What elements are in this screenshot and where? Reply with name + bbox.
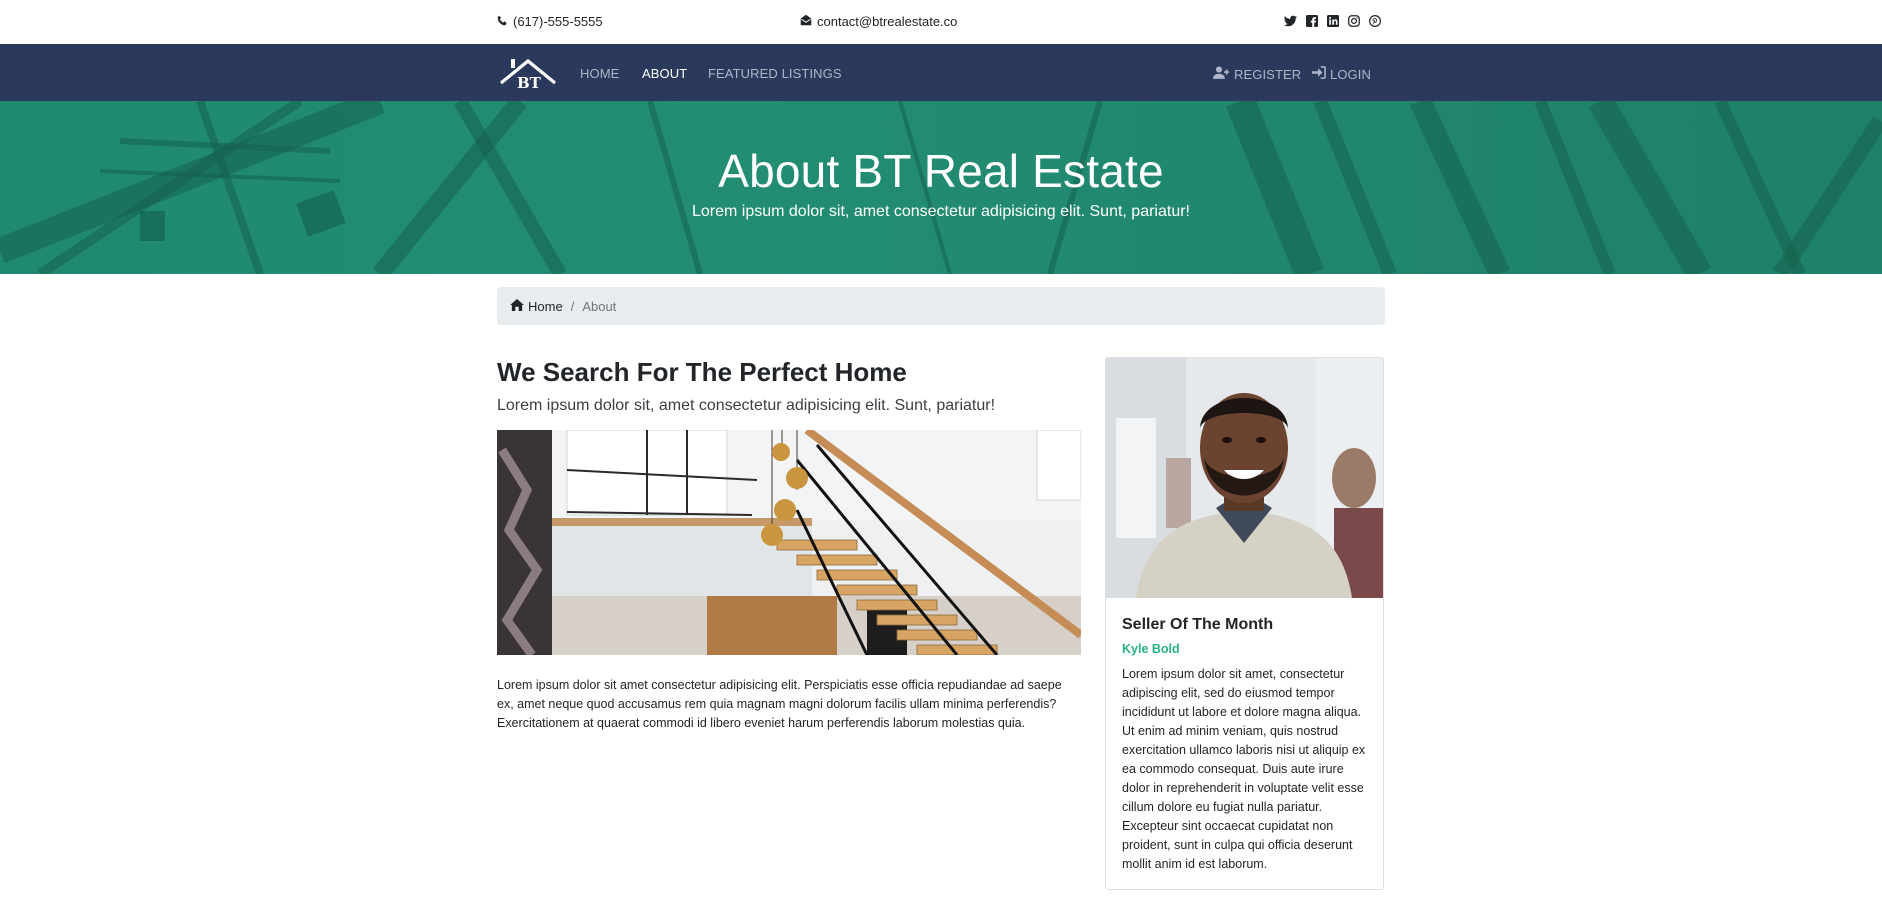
email-address: contact@btrealestate.co	[817, 14, 958, 29]
phone-contact: (617)-555-5555	[497, 14, 603, 29]
phone-number: (617)-555-5555	[513, 14, 603, 29]
seller-name: Kyle Bold	[1122, 642, 1180, 656]
section-paragraph: Lorem ipsum dolor sit amet consectetur a…	[497, 678, 1062, 730]
register-button[interactable]: REGISTER	[1213, 66, 1301, 82]
staircase-photo	[497, 430, 1081, 655]
instagram-icon[interactable]	[1347, 14, 1360, 27]
envelope-open-icon	[800, 14, 812, 29]
top-contact-bar: (617)-555-5555 contact@btrealestate.co	[0, 0, 1882, 44]
breadcrumb-home-label: Home	[528, 298, 563, 314]
breadcrumb: Home / About	[497, 287, 1385, 325]
pinterest-icon[interactable]	[1368, 14, 1381, 27]
main-navbar: BT HOME ABOUT FEATURED LISTINGS REGISTER…	[0, 44, 1882, 101]
user-plus-icon	[1213, 66, 1230, 82]
nav-about-link[interactable]: ABOUT	[642, 66, 687, 81]
brand-logo[interactable]: BT	[499, 55, 557, 92]
nav-featured-listings-link[interactable]: FEATURED LISTINGS	[708, 66, 842, 81]
breadcrumb-home-link[interactable]: Home	[510, 298, 563, 314]
home-icon	[510, 298, 524, 314]
breadcrumb-separator: /	[570, 298, 575, 314]
breadcrumb-current: About	[582, 298, 617, 314]
seller-of-month-card: Seller Of The Month Kyle Bold Lorem ipsu…	[1105, 357, 1384, 890]
logo-text: BT	[517, 74, 542, 89]
seller-photo	[1106, 358, 1383, 598]
hero-banner: About BT Real Estate Lorem ipsum dolor s…	[0, 101, 1882, 274]
register-label: REGISTER	[1234, 66, 1302, 82]
hero-subtitle: Lorem ipsum dolor sit, amet consectetur …	[691, 203, 1190, 220]
nav-home-link[interactable]: HOME	[580, 66, 619, 81]
seller-bio: Lorem ipsum dolor sit amet, consectetur …	[1122, 667, 1366, 871]
login-button[interactable]: LOGIN	[1312, 66, 1371, 82]
login-label: LOGIN	[1330, 66, 1371, 82]
email-contact: contact@btrealestate.co	[800, 14, 957, 29]
phone-icon	[497, 14, 508, 29]
sign-in-icon	[1312, 66, 1326, 82]
facebook-icon[interactable]	[1305, 14, 1318, 27]
seller-card-title: Seller Of The Month	[1122, 616, 1274, 633]
social-links	[1284, 14, 1381, 27]
section-title: We Search For The Perfect Home	[497, 357, 907, 387]
hero-title: About BT Real Estate	[718, 145, 1164, 197]
section-lead: Lorem ipsum dolor sit, amet consectetur …	[497, 397, 996, 414]
twitter-icon[interactable]	[1284, 14, 1297, 27]
linkedin-icon[interactable]	[1326, 14, 1339, 27]
